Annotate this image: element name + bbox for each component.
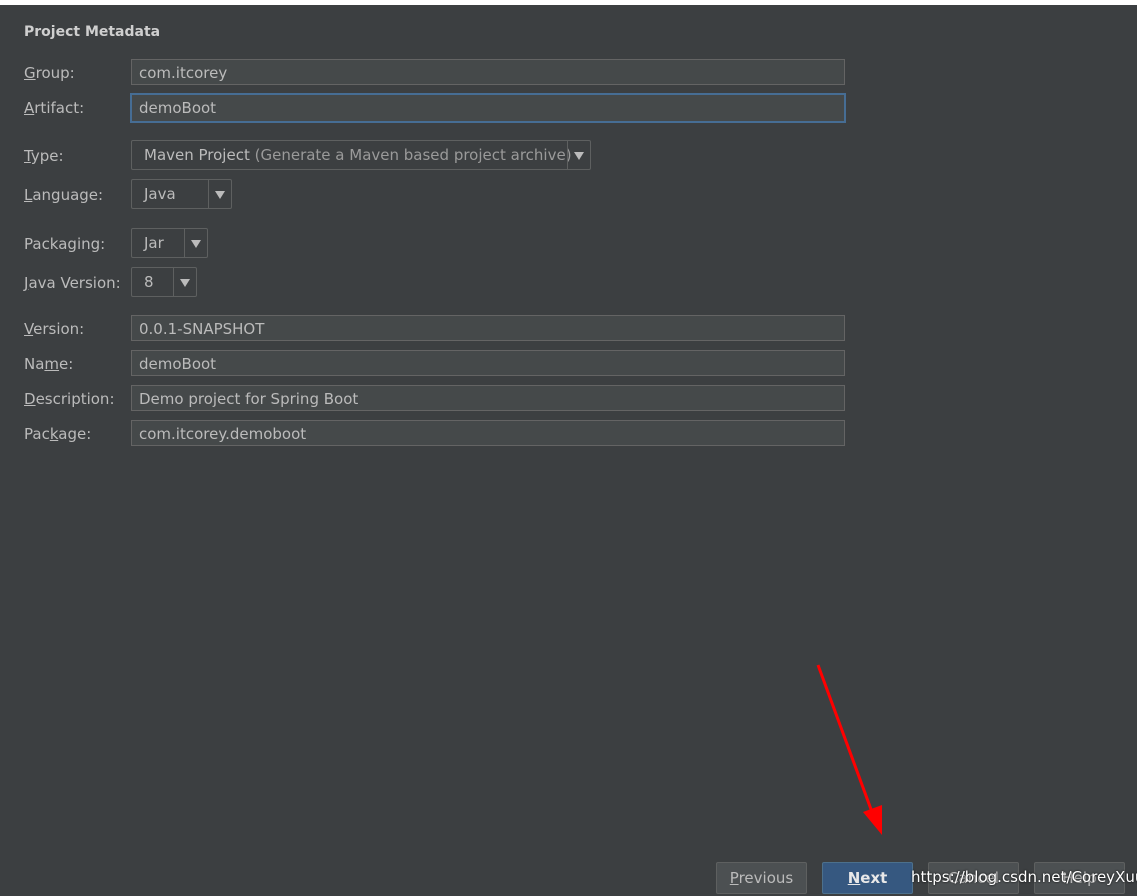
annotation-arrow-shaft: [816, 664, 874, 813]
annotation-arrow-icon: [816, 664, 882, 835]
annotation-arrow-head: [863, 805, 882, 835]
